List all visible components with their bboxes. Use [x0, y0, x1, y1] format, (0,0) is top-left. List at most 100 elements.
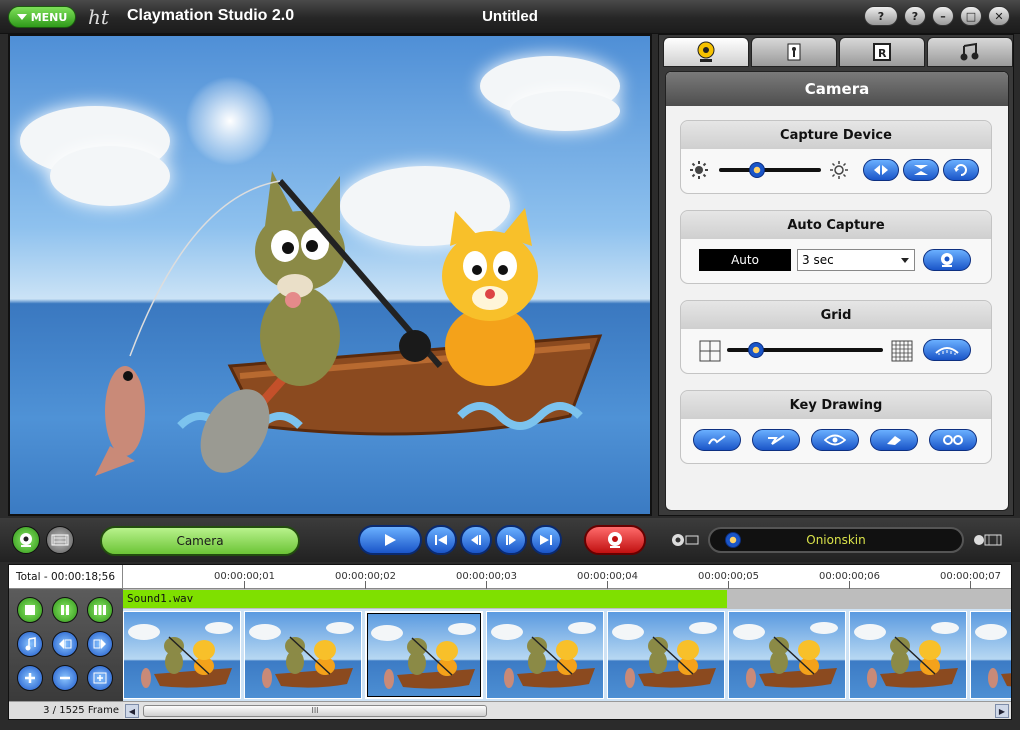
play-button[interactable] [358, 525, 422, 555]
panel-heading: Camera [666, 72, 1008, 106]
frame-preview-image [128, 622, 233, 688]
menu-button[interactable]: MENU [8, 6, 76, 28]
frame-thumbnail[interactable] [486, 611, 604, 699]
zoom-in-button[interactable] [17, 665, 43, 691]
play-icon [385, 534, 396, 546]
frame-thumbnail[interactable] [728, 611, 846, 699]
frame-thumbnail[interactable] [970, 611, 1011, 699]
show-drawing-button[interactable] [811, 429, 859, 451]
tab-camera[interactable] [663, 37, 749, 67]
capture-interval-select[interactable]: 3 sec [797, 249, 915, 271]
app-title: Claymation Studio 2.0 [127, 7, 295, 24]
pen-draw-button[interactable] [693, 429, 741, 451]
fit-icon [93, 672, 107, 684]
sound-clip[interactable]: Sound1.wav [123, 590, 727, 608]
grid-title: Grid [681, 301, 991, 329]
timeline: Total - 00:00:18;56 00:00:00;01 00:00:00;… [8, 564, 1012, 720]
frame-preview-image [612, 622, 717, 688]
frame-preview-image [491, 622, 596, 688]
tab-music[interactable] [927, 37, 1013, 67]
maximize-button[interactable]: □ [960, 6, 982, 26]
camera-mode-button[interactable] [12, 526, 40, 554]
ruler-tick [486, 581, 487, 589]
frame-strip [123, 609, 1011, 701]
scrollbar-thumb[interactable]: III [143, 705, 487, 717]
move-frame-right-button[interactable] [87, 631, 113, 657]
flip-vertical-button[interactable] [903, 159, 939, 181]
frame-preview-image [249, 622, 354, 688]
tab-figure[interactable] [751, 37, 837, 67]
webcam-icon [20, 533, 32, 547]
step-back-icon [471, 535, 481, 545]
brightness-slider-track[interactable] [719, 168, 821, 172]
brightness-slider-knob[interactable] [749, 162, 766, 178]
render-r-icon: R [873, 43, 891, 61]
ruler-tick [849, 581, 850, 589]
zoom-out-button[interactable] [52, 665, 78, 691]
stop-button[interactable] [17, 597, 43, 623]
ruler-tick [970, 581, 971, 589]
frame-thumbnail[interactable] [244, 611, 362, 699]
capture-record-button[interactable] [584, 525, 646, 555]
capture-interval-value: 3 sec [802, 253, 834, 267]
triple-bar-button[interactable] [87, 597, 113, 623]
logo-ht: ht [88, 5, 109, 29]
minimize-button[interactable]: – [932, 6, 954, 26]
flip-horizontal-icon [874, 165, 888, 175]
pause-icon [61, 605, 69, 615]
film-mode-button[interactable] [46, 526, 74, 554]
capture-device-title: Capture Device [681, 121, 991, 149]
time-ruler[interactable]: 00:00:00;01 00:00:00;02 00:00:00;03 00:00:0… [123, 565, 1011, 589]
frame-counter: 3 / 1525 Frame [9, 701, 123, 719]
frame-thumbnail[interactable] [849, 611, 967, 699]
frame-thumbnail[interactable] [607, 611, 725, 699]
frame-preview-image [733, 622, 838, 688]
camera-settings-button[interactable] [943, 159, 979, 181]
scroll-right-icon[interactable]: ▶ [995, 704, 1009, 718]
total-duration: Total - 00:00:18;56 [9, 565, 123, 589]
auto-capture-group: Auto Capture Auto 3 sec [680, 210, 992, 284]
refresh-camera-icon [954, 164, 967, 176]
auto-capture-title: Auto Capture [681, 211, 991, 239]
frame-preview-image [854, 622, 959, 688]
scroll-left-icon[interactable]: ◀ [125, 704, 139, 718]
ruler-tick [365, 581, 366, 589]
line-tool-icon [768, 435, 785, 445]
grid-toggle-button[interactable] [923, 339, 971, 361]
first-frame-button[interactable] [425, 525, 457, 555]
plus-icon [25, 673, 35, 683]
brightness-high-icon [830, 161, 848, 179]
frame-thumbnail[interactable] [123, 611, 241, 699]
help-button[interactable]: ? [904, 6, 926, 26]
camera-viewport [8, 34, 652, 516]
sound-track: Sound1.wav [123, 589, 1011, 609]
next-frame-button[interactable] [495, 525, 527, 555]
mode-label: Camera [100, 526, 300, 556]
frame-thumbnail[interactable] [365, 611, 483, 699]
grid-fine-icon [891, 340, 913, 362]
key-drawing-title: Key Drawing [681, 391, 991, 419]
eraser-button[interactable] [870, 429, 918, 451]
line-draw-button[interactable] [752, 429, 800, 451]
grid-slider-knob[interactable] [748, 342, 764, 358]
prev-frame-button[interactable] [460, 525, 492, 555]
timeline-tools [9, 589, 123, 701]
last-frame-button[interactable] [530, 525, 562, 555]
pause-button[interactable] [52, 597, 78, 623]
control-bar: Camera Onionskin [0, 518, 1020, 562]
stop-icon [25, 605, 35, 615]
tab-render[interactable]: R [839, 37, 925, 67]
webcam-record-icon [608, 532, 622, 548]
close-button[interactable]: ✕ [988, 6, 1010, 26]
capture-device-group: Capture Device [680, 120, 992, 194]
auto-capture-mode[interactable]: Auto [699, 249, 791, 271]
flip-horizontal-button[interactable] [863, 159, 899, 181]
add-sound-button[interactable] [17, 631, 43, 657]
drawing-settings-button[interactable] [929, 429, 977, 451]
fit-timeline-button[interactable] [87, 665, 113, 691]
onionskin-slider[interactable]: Onionskin [708, 527, 964, 553]
timeline-scrollbar[interactable]: ◀ III ▶ [123, 701, 1011, 719]
auto-capture-start-button[interactable] [923, 249, 971, 271]
move-frame-left-button[interactable] [52, 631, 78, 657]
help-cursor-button[interactable]: ? [864, 6, 898, 26]
